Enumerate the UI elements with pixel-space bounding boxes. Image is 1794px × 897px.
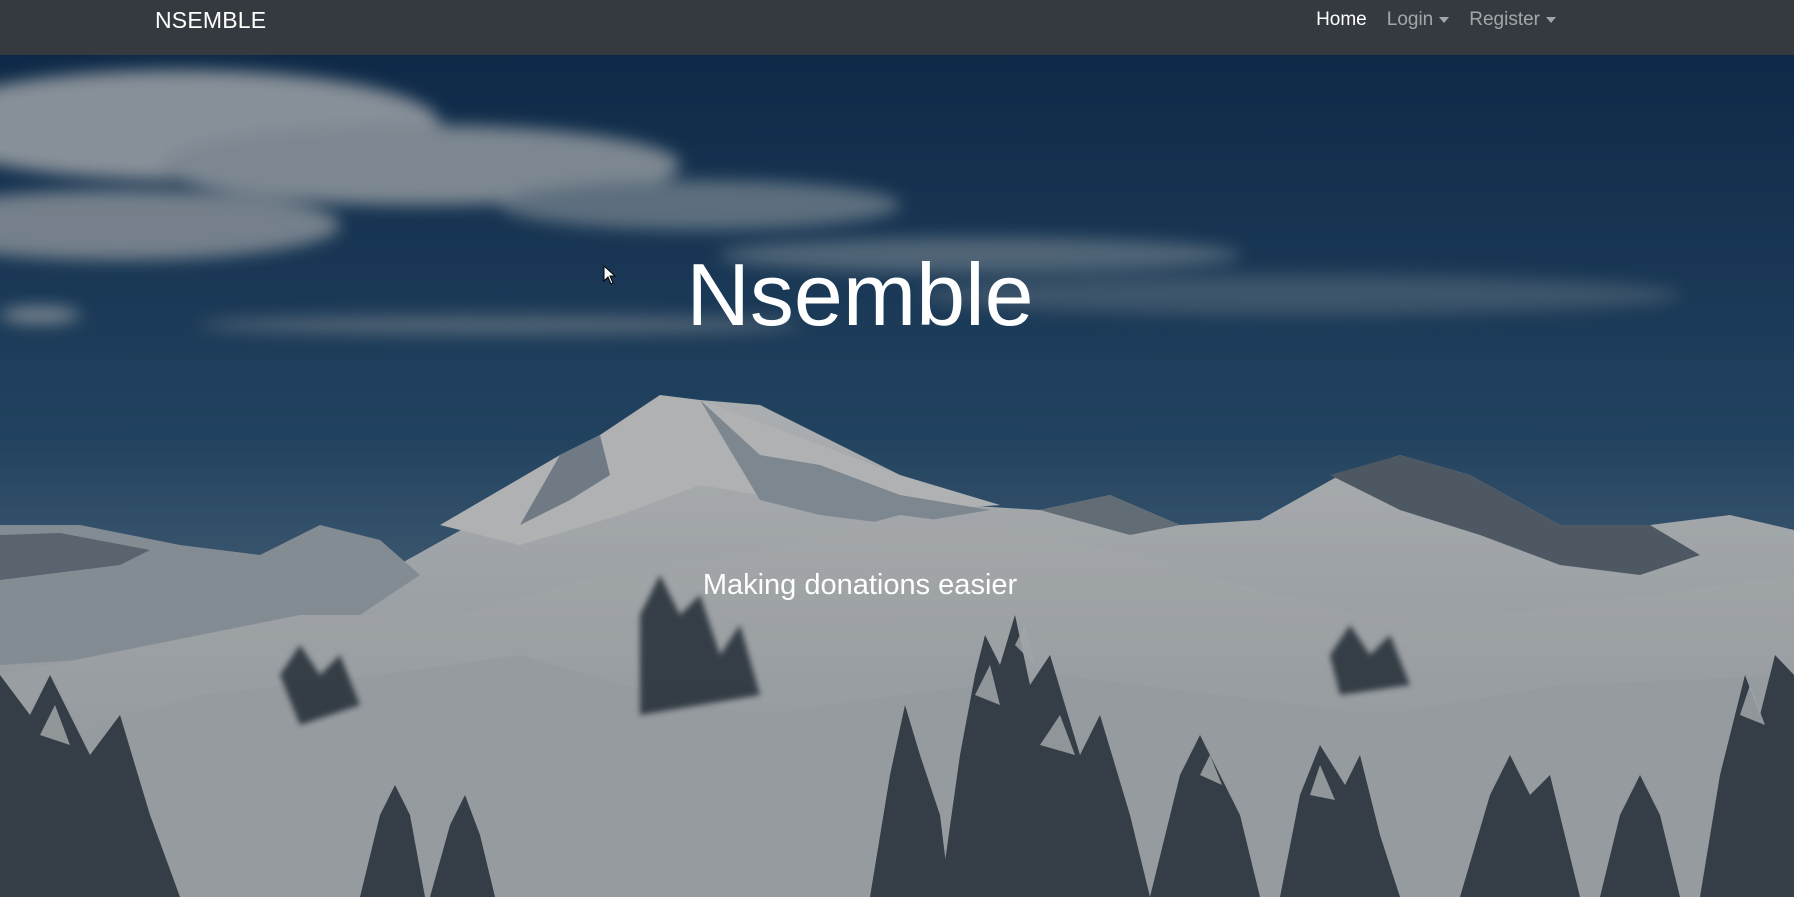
nav-register-label: Register <box>1469 9 1540 30</box>
navbar: NSEMBLE Home Login Register <box>0 0 1794 55</box>
nav-menu: Home Login Register <box>1316 8 1556 32</box>
caret-down-icon <box>1439 17 1450 23</box>
nav-register-dropdown[interactable]: Register <box>1469 8 1556 32</box>
nav-home-label: Home <box>1316 9 1367 30</box>
caret-down-icon <box>1546 17 1556 23</box>
brand-logo-link[interactable]: NSEMBLE <box>155 8 266 32</box>
nav-login-dropdown[interactable]: Login <box>1387 8 1450 32</box>
page: NSEMBLE Home Login Register Nsemble Maki… <box>0 0 1794 897</box>
nav-home-link[interactable]: Home <box>1316 8 1367 32</box>
hero-title: Nsemble <box>686 245 1034 344</box>
hero-section: Nsemble Making donations easier <box>0 55 1794 897</box>
hero-subtitle: Making donations easier <box>702 569 1018 601</box>
mouse-cursor-icon <box>603 265 617 285</box>
hero-dark-overlay <box>0 55 1794 897</box>
nav-login-label: Login <box>1386 9 1434 30</box>
